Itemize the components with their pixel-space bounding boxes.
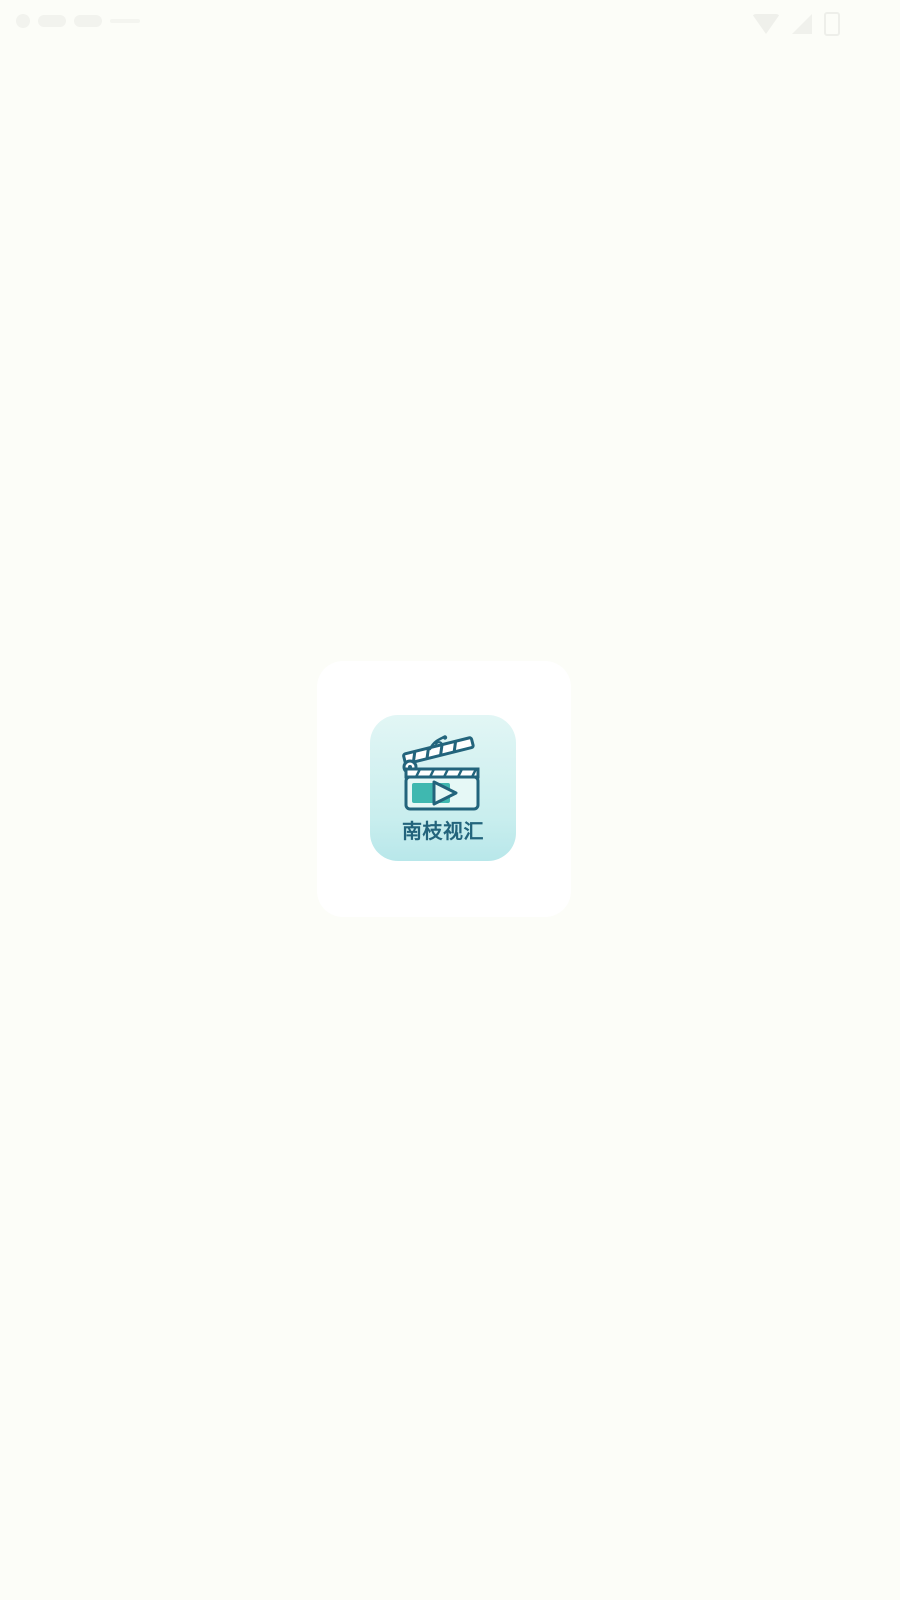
notification-icon [74, 15, 102, 27]
signal-icon [792, 14, 812, 34]
status-bar-left [16, 14, 140, 28]
status-bar-right [752, 12, 840, 36]
battery-icon [824, 12, 840, 36]
app-icon: 南枝视汇 [370, 715, 516, 861]
wifi-icon [752, 14, 780, 34]
notification-icon [38, 15, 66, 27]
status-bar [0, 0, 900, 48]
notification-icon [16, 14, 30, 28]
clapperboard-play-icon [402, 735, 480, 811]
app-name: 南枝视汇 [402, 819, 484, 843]
status-clock [110, 19, 140, 23]
splash-logo-card: 南枝视汇 [317, 661, 571, 917]
